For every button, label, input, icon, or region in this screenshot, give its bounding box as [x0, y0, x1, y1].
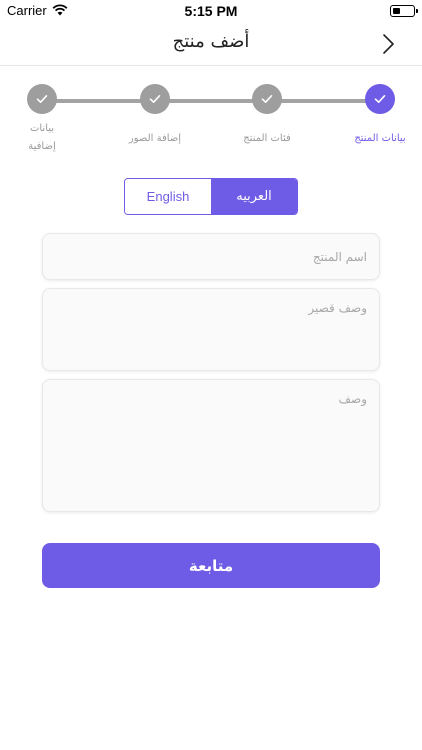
- chevron-right-icon[interactable]: [378, 32, 398, 56]
- check-icon: [374, 95, 386, 103]
- language-toggle: English العربيه: [124, 178, 298, 215]
- short-description-field: [42, 288, 380, 371]
- step-add-images[interactable]: [140, 84, 170, 114]
- check-icon: [149, 95, 161, 103]
- description-input[interactable]: [43, 380, 379, 511]
- clock: 5:15 PM: [184, 3, 238, 19]
- step-product-categories[interactable]: [252, 84, 282, 114]
- check-icon: [36, 95, 48, 103]
- step-product-data[interactable]: [365, 84, 395, 114]
- arabic-tab[interactable]: العربيه: [211, 179, 297, 214]
- short-description-input[interactable]: [43, 289, 379, 370]
- continue-button[interactable]: متابعة: [42, 543, 380, 588]
- check-icon: [261, 95, 273, 103]
- navbar: أضف منتج: [0, 22, 422, 66]
- stepper-line: [42, 99, 380, 103]
- status-bar: Carrier 5:15 PM: [0, 0, 422, 22]
- product-name-input[interactable]: [43, 234, 379, 279]
- step-extra-data[interactable]: [27, 84, 57, 114]
- page-title: أضف منتج: [172, 31, 250, 52]
- step-label-product-categories: فئات المنتج: [243, 133, 291, 144]
- description-field: [42, 379, 380, 512]
- progress-stepper: بيانات إضافية إضافة الصور فئات المنتج بي…: [0, 84, 422, 164]
- product-name-field: [42, 233, 380, 280]
- step-label-product-data: بيانات المنتج: [354, 133, 406, 144]
- battery-icon: [390, 5, 418, 17]
- english-tab[interactable]: English: [125, 179, 211, 214]
- step-label-extra-data: بيانات إضافية: [28, 123, 56, 152]
- step-label-add-images: إضافة الصور: [128, 133, 182, 144]
